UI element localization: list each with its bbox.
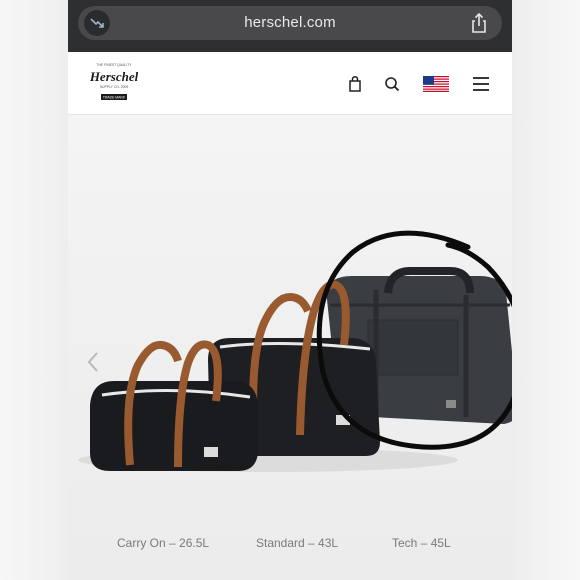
product-bags-image	[78, 230, 512, 472]
search-icon[interactable]	[382, 74, 402, 94]
backdrop-right	[512, 0, 580, 580]
url-text[interactable]: herschel.com	[78, 14, 502, 31]
herschel-logo[interactable]: THE FINEST QUALITY Herschel SUPPLY CO. 2…	[89, 60, 139, 106]
bag-icon[interactable]	[345, 74, 365, 94]
url-pill[interactable]: herschel.com	[78, 6, 502, 40]
share-icon[interactable]	[468, 12, 490, 34]
us-flag-icon[interactable]	[423, 76, 449, 92]
product-caption-standard[interactable]: Standard – 43L	[256, 536, 338, 550]
svg-text:TRADE MARK: TRADE MARK	[103, 96, 126, 100]
backdrop-left	[0, 0, 68, 580]
menu-icon[interactable]	[471, 74, 491, 94]
site-header: THE FINEST QUALITY Herschel SUPPLY CO. 2…	[68, 52, 512, 115]
svg-text:SUPPLY CO. 2009: SUPPLY CO. 2009	[100, 85, 129, 89]
product-caption-carry-on[interactable]: Carry On – 26.5L	[117, 536, 209, 550]
product-caption-tech[interactable]: Tech – 45L	[392, 536, 451, 550]
svg-text:THE FINEST QUALITY: THE FINEST QUALITY	[96, 63, 132, 67]
svg-text:Herschel: Herschel	[90, 69, 138, 84]
browser-address-bar: herschel.com	[68, 0, 512, 52]
product-hero: Carry On – 26.5L Standard – 43L Tech – 4…	[68, 115, 512, 580]
phone-screen: herschel.com THE FINEST QUALITY Herschel…	[68, 0, 512, 580]
